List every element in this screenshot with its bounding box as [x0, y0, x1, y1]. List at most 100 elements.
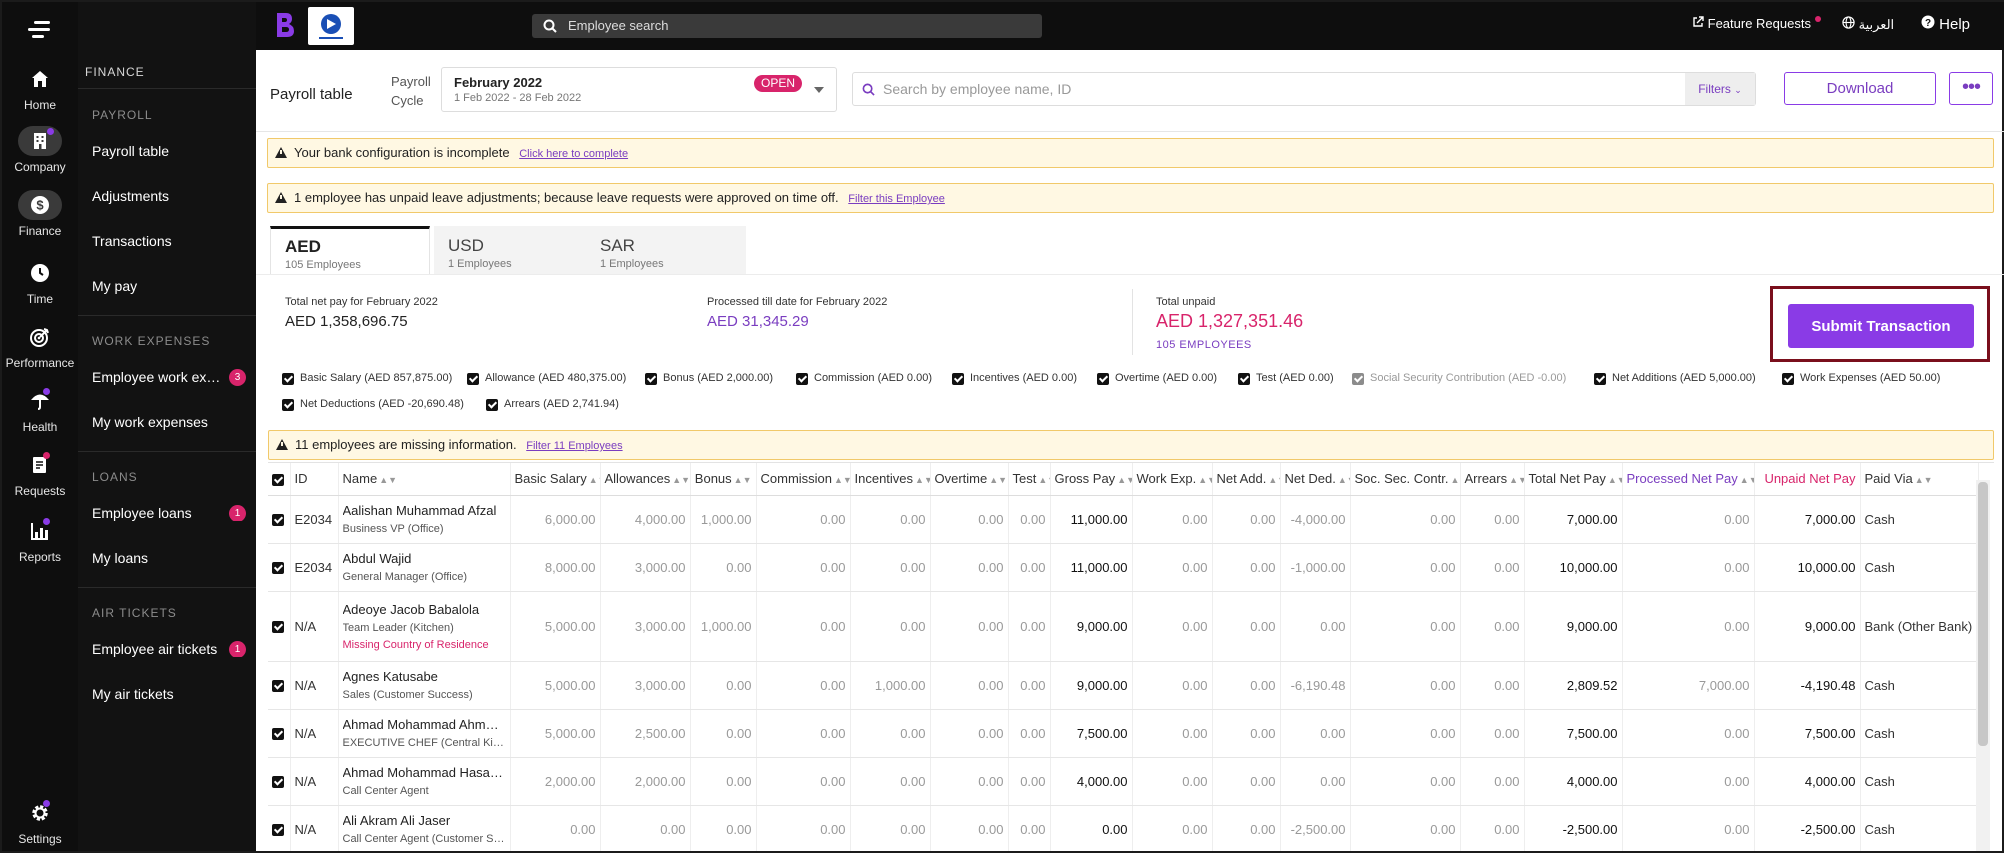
- table-row[interactable]: N/A Ahmad Mohammad Hasan Ali Call Center A…: [268, 757, 1979, 806]
- table-row[interactable]: N/A Ali Akram Ali Jaser Call Center Agent …: [268, 805, 1979, 851]
- sidebar-item-payroll-table[interactable]: Payroll table: [92, 143, 252, 159]
- sidebar-item-employee-air-tickets[interactable]: Employee air tickets 1: [92, 641, 252, 657]
- tab-aed[interactable]: AED 105 Employees: [270, 226, 430, 274]
- rail-item-requests[interactable]: Requests: [2, 450, 78, 498]
- table-row[interactable]: E2034 Abdul Wajid General Manager (Office)…: [268, 543, 1979, 592]
- filters-button[interactable]: Filters ⌄: [1685, 73, 1755, 105]
- employee-cell[interactable]: Ahmad Mohammad Hasan Ali Call Center Agen…: [338, 757, 511, 806]
- checkbox[interactable]: [1594, 373, 1606, 385]
- sidebar-item-my-loans[interactable]: My loans: [92, 550, 252, 566]
- employee-cell[interactable]: Abdul Wajid General Manager (Office): [338, 543, 511, 592]
- column-header-soc-sec[interactable]: Soc. Sec. Contr.▲▼: [1350, 463, 1461, 496]
- filter-bonus[interactable]: Bonus (AED 2,000.00): [645, 372, 773, 385]
- checkbox[interactable]: [486, 399, 498, 411]
- rail-item-reports[interactable]: Reports: [2, 516, 78, 564]
- column-header-allowances[interactable]: Allowances ▲▼: [600, 463, 691, 496]
- row-checkbox[interactable]: [272, 514, 284, 527]
- column-header-commission[interactable]: Commission▲▼: [756, 463, 851, 496]
- select-all-checkbox[interactable]: [272, 473, 284, 486]
- checkbox[interactable]: [282, 373, 294, 385]
- column-header-paid-via[interactable]: Paid Via ▲▼: [1860, 463, 1979, 496]
- rail-item-performance[interactable]: Performance: [2, 322, 78, 370]
- column-header-overtime[interactable]: Overtime ▲▼: [930, 463, 1009, 496]
- sidebar-item-employee-loans[interactable]: Employee loans 1: [92, 505, 252, 521]
- filter-net-deductions[interactable]: Net Deductions (AED -20,690.48): [282, 398, 464, 411]
- column-header-total-net-pay[interactable]: Total Net Pay▲▼: [1524, 463, 1623, 496]
- filter-overtime[interactable]: Overtime (AED 0.00): [1097, 372, 1217, 385]
- menu-icon[interactable]: [28, 21, 50, 39]
- scrollbar-thumb[interactable]: [1978, 482, 1988, 746]
- row-checkbox[interactable]: [272, 621, 284, 634]
- more-options-button[interactable]: •••: [1949, 72, 1993, 105]
- filter-arrears[interactable]: Arrears (AED 2,741.94): [486, 398, 619, 411]
- feature-requests-link[interactable]: Feature Requests: [1692, 16, 1821, 31]
- row-checkbox[interactable]: [272, 824, 284, 837]
- filter-basic-salary[interactable]: Basic Salary (AED 857,875.00): [282, 372, 452, 385]
- employee-cell[interactable]: Aalishan Muhammad Afzal Business VP (Offi…: [338, 495, 511, 544]
- rail-item-health[interactable]: Health: [2, 386, 78, 434]
- table-row[interactable]: N/A Agnes Katusabe Sales (Customer Success…: [268, 661, 1979, 710]
- submit-transaction-button[interactable]: Submit Transaction: [1788, 304, 1974, 348]
- tab-usd[interactable]: USD 1 Employees: [434, 226, 594, 274]
- table-scrollbar[interactable]: [1976, 480, 1990, 851]
- column-header-bonus[interactable]: Bonus ▲▼: [690, 463, 757, 496]
- sidebar-item-my-pay[interactable]: My pay: [92, 278, 252, 294]
- filter-allowance[interactable]: Allowance (AED 480,375.00): [467, 372, 626, 385]
- checkbox[interactable]: [282, 399, 294, 411]
- column-header-processed-net-pay[interactable]: Processed Net Pay▲▼: [1622, 463, 1755, 496]
- checkbox[interactable]: [796, 373, 808, 385]
- sidebar-item-adjustments[interactable]: Adjustments: [92, 188, 252, 204]
- employee-cell[interactable]: Ahmad Mohammad Ahmad Alhaj EXECUTIVE CHEF…: [338, 709, 511, 758]
- column-header-net-ded[interactable]: Net Ded.▲▼: [1280, 463, 1351, 496]
- filter-social-security[interactable]: Social Security Contribution (AED -0.00): [1352, 372, 1566, 385]
- filter-incentives[interactable]: Incentives (AED 0.00): [952, 372, 1077, 385]
- column-header-basic-salary[interactable]: Basic Salary▲▼: [510, 463, 601, 496]
- column-header-unpaid-net-pay[interactable]: Unpaid Net Pay: [1754, 463, 1861, 496]
- column-header-name[interactable]: Name ▲▼: [338, 463, 511, 496]
- employee-cell[interactable]: Adeoye Jacob Babalola Team Leader (Kitche…: [338, 591, 511, 662]
- column-header-test[interactable]: Test▲▼: [1008, 463, 1051, 496]
- download-button[interactable]: Download: [1784, 72, 1936, 105]
- checkbox[interactable]: [1352, 373, 1364, 385]
- help-link[interactable]: ? Help: [1921, 15, 1970, 33]
- employee-filter-search[interactable]: Filters ⌄: [852, 72, 1756, 106]
- tab-sar[interactable]: SAR 1 Employees: [586, 226, 746, 274]
- table-row[interactable]: N/AAhmad Mohammad Ahmad Alhaj EXECUTIVE C…: [268, 709, 1979, 758]
- row-checkbox[interactable]: [272, 776, 284, 789]
- employee-cell[interactable]: Agnes Katusabe Sales (Customer Success): [338, 661, 511, 710]
- table-row[interactable]: E2034 Aalishan Muhammad Afzal Business VP …: [268, 495, 1979, 544]
- checkbox[interactable]: [952, 373, 964, 385]
- rail-item-home[interactable]: Home: [2, 64, 78, 112]
- checkbox[interactable]: [1782, 373, 1794, 385]
- column-header-work-exp[interactable]: Work Exp.▲▼: [1132, 463, 1213, 496]
- employee-filter-input[interactable]: [883, 73, 1683, 105]
- employee-cell[interactable]: Ali Akram Ali Jaser Call Center Agent (Cu…: [338, 805, 511, 851]
- complete-bank-config-link[interactable]: Click here to complete: [519, 148, 628, 160]
- rail-item-time[interactable]: Time: [2, 258, 78, 306]
- table-row[interactable]: N/A Adeoye Jacob Babalola Team Leader (Kit…: [268, 591, 1979, 662]
- employee-search[interactable]: Employee search: [532, 14, 1042, 38]
- row-checkbox[interactable]: [272, 728, 284, 741]
- checkbox[interactable]: [1238, 373, 1250, 385]
- column-header-arrears[interactable]: Arrears▲▼: [1460, 463, 1525, 496]
- filter-commission[interactable]: Commission (AED 0.00): [796, 372, 932, 385]
- column-header-incentives[interactable]: Incentives▲▼: [850, 463, 931, 496]
- sidebar-item-employee-work-expenses[interactable]: Employee work expenses 3: [92, 369, 252, 388]
- row-checkbox[interactable]: [272, 562, 284, 575]
- language-switch[interactable]: العربية: [1842, 16, 1894, 33]
- row-checkbox[interactable]: [272, 680, 284, 693]
- column-header-net-add[interactable]: Net Add.▲▼: [1212, 463, 1281, 496]
- checkbox[interactable]: [645, 373, 657, 385]
- column-header-gross-pay[interactable]: Gross Pay▲▼: [1050, 463, 1133, 496]
- brand-logo[interactable]: [275, 12, 295, 38]
- filter-missing-employees-link[interactable]: Filter 11 Employees: [526, 440, 622, 452]
- sidebar-item-my-air-tickets[interactable]: My air tickets: [92, 686, 252, 702]
- filter-work-expenses[interactable]: Work Expenses (AED 50.00): [1782, 372, 1940, 385]
- rail-item-settings[interactable]: Settings: [2, 798, 78, 846]
- sidebar-item-my-work-expenses[interactable]: My work expenses: [92, 414, 252, 430]
- rail-item-finance[interactable]: $ Finance: [2, 190, 78, 238]
- checkbox[interactable]: [1097, 373, 1109, 385]
- filter-net-additions[interactable]: Net Additions (AED 5,000.00): [1594, 372, 1756, 385]
- filter-test[interactable]: Test (AED 0.00): [1238, 372, 1334, 385]
- rail-item-company[interactable]: Company: [2, 126, 78, 174]
